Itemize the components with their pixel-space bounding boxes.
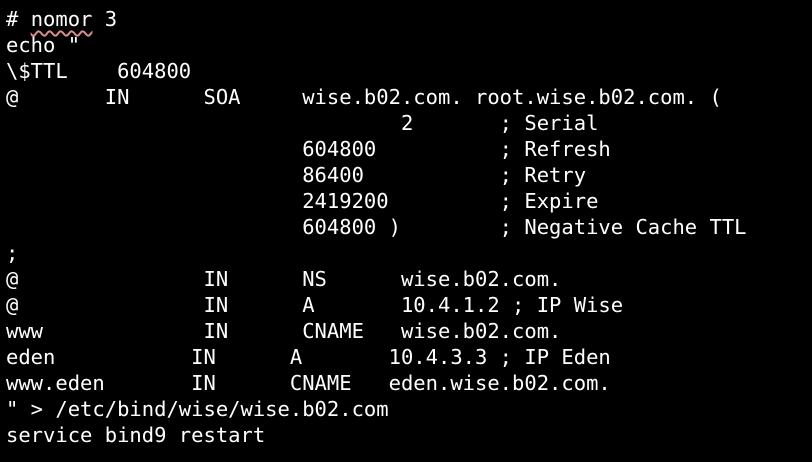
terminal-window[interactable]: # nomor 3 echo " \$TTL 604800 @ IN SOA w… [0, 0, 812, 462]
code-line-negative-cache-ttl: 604800 ) ; Negative Cache TTL [6, 215, 747, 239]
comment-line: # nomor 3 [6, 6, 812, 32]
comment-prefix: # [6, 7, 31, 31]
code-line-ns-record: @ IN NS wise.b02.com. [6, 267, 562, 291]
code-line-a-record-eden: eden IN A 10.4.3.3 ; IP Eden [6, 345, 611, 369]
code-line-cname-www: www IN CNAME wise.b02.com. [6, 319, 562, 343]
comment-suffix: 3 [92, 7, 118, 31]
code-line-a-record-wise: @ IN A 10.4.1.2 ; IP Wise [6, 293, 624, 317]
code-line-serial: 2 ; Serial [6, 111, 599, 135]
code-line-soa: @ IN SOA wise.b02.com. root.wise.b02.com… [6, 85, 722, 109]
code-line-separator: ; [6, 241, 19, 265]
code-line-expire: 2419200 ; Expire [6, 189, 599, 213]
code-line-ttl: \$TTL 604800 [6, 59, 192, 83]
code-line-retry: 86400 ; Retry [6, 163, 587, 187]
code-line-echo: echo " [6, 33, 81, 57]
code-line-redirect: " > /etc/bind/wise/wise.b02.com [6, 397, 389, 421]
code-line-refresh: 604800 ; Refresh [6, 137, 611, 161]
code-line-cname-www-eden: www.eden IN CNAME eden.wise.b02.com. [6, 371, 611, 395]
spellcheck-flagged-word[interactable]: nomor [31, 7, 93, 31]
code-line-restart: service bind9 restart [6, 423, 266, 447]
